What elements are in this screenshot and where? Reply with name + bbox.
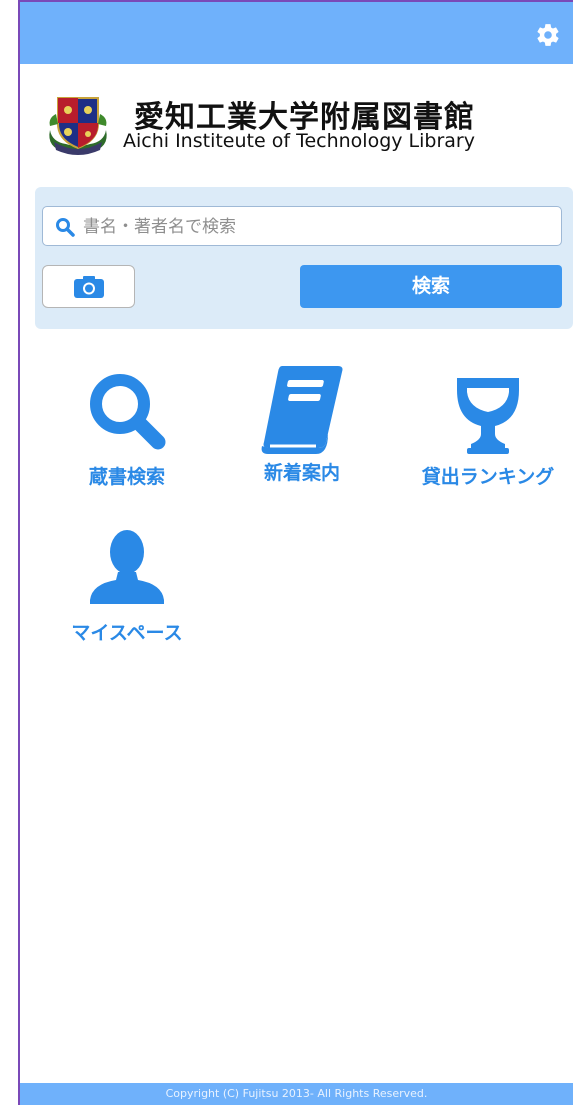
footer-copyright: Copyright (C) Fujitsu 2013- All Rights R… — [20, 1083, 573, 1105]
menu-item-new-arrivals[interactable]: 新着案内 — [212, 362, 392, 485]
camera-button[interactable] — [42, 265, 135, 308]
search-button[interactable]: 検索 — [300, 265, 562, 308]
gear-icon[interactable] — [535, 22, 561, 48]
search-icon — [56, 218, 75, 237]
library-title-en: Aichi Institeute of Technology Library — [123, 130, 475, 152]
search-field[interactable] — [42, 206, 562, 246]
university-crest-icon — [49, 97, 107, 155]
user-icon — [90, 530, 164, 604]
menu-item-lending-ranking[interactable]: 貸出ランキング — [398, 368, 573, 489]
book-icon — [261, 366, 343, 454]
menu-item-my-space[interactable]: マイスペース — [37, 524, 217, 645]
search-icon — [90, 374, 166, 450]
menu-label: マイスペース — [71, 622, 183, 644]
search-panel: 検索 — [35, 187, 573, 329]
menu-label: 貸出ランキング — [421, 466, 555, 488]
menu-label: 蔵書検索 — [88, 466, 165, 488]
trophy-icon — [457, 378, 519, 454]
top-bar — [20, 2, 573, 64]
camera-icon — [74, 276, 104, 298]
menu-label: 新着案内 — [263, 462, 340, 484]
menu-item-collection-search[interactable]: 蔵書検索 — [37, 368, 217, 489]
app-frame: 愛知工業大学附属図書館 Aichi Institeute of Technolo… — [18, 0, 573, 1105]
search-input[interactable] — [81, 211, 555, 243]
library-header: 愛知工業大学附属図書館 Aichi Institeute of Technolo… — [20, 64, 573, 184]
